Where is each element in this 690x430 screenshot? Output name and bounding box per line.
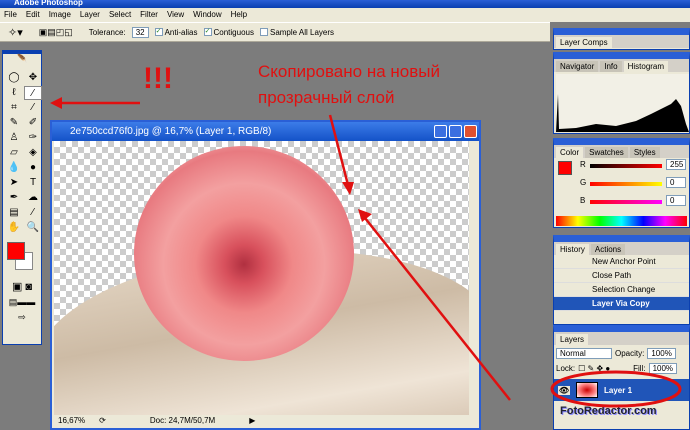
layer-highlight-ellipse [550,370,682,408]
annotation-arrows [50,97,682,408]
arrowhead [358,209,372,222]
arrowhead [50,97,62,109]
arrow-to-canvas [328,114,350,186]
arrow-from-layer [364,217,511,401]
arrowhead [342,182,354,195]
